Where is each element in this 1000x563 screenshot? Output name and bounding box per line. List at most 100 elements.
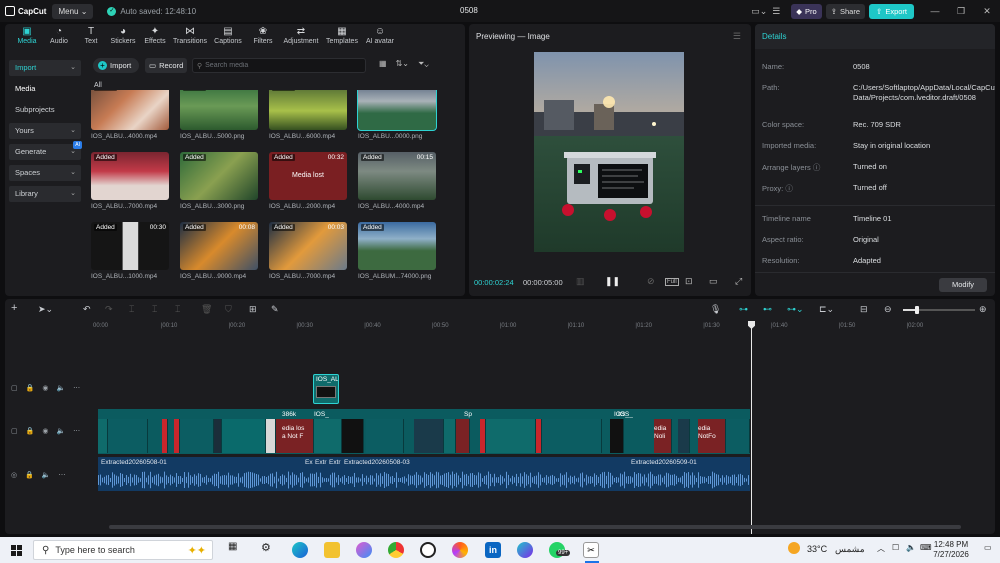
nav-generate[interactable]: Generate AI ⌄	[9, 141, 82, 160]
tab-effects[interactable]: ✦ Effects	[139, 24, 171, 49]
maximize-icon[interactable]: ❐	[954, 6, 968, 17]
video-clip[interactable]	[214, 419, 222, 453]
shield-icon[interactable]: ⛉	[225, 304, 232, 315]
lock-icon[interactable]: 🔒	[26, 384, 35, 392]
timeline-mode-icon[interactable]: ▥	[576, 276, 585, 287]
clock-time[interactable]: 12:48 PM	[927, 540, 975, 549]
zoom-in-icon[interactable]: ⊕	[979, 304, 987, 315]
chevron-up-icon[interactable]: ︿	[877, 543, 885, 554]
eye-icon[interactable]: ◉	[42, 427, 48, 435]
ratio-icon[interactable]: ▭	[709, 276, 718, 287]
media-thumbnail[interactable]: Added	[358, 222, 436, 270]
clock-date[interactable]: 7/27/2026	[927, 550, 975, 559]
media-item[interactable]: Added 00:09 IOS_ALBU...6000.mp4	[269, 90, 347, 140]
media-item[interactable]: Added 00:15 IOS_ALBU...4000.mp4	[358, 152, 436, 210]
split-left-icon[interactable]: ⌶	[152, 304, 157, 315]
video-clip[interactable]	[726, 419, 750, 453]
more-icon[interactable]: ⋯	[73, 384, 80, 392]
fullscreen-icon[interactable]: ⤢	[735, 276, 742, 287]
record-button[interactable]: ▭ Record	[145, 58, 187, 73]
nav-subprojects[interactable]: Subprojects	[9, 102, 81, 118]
chatgpt-icon[interactable]	[420, 542, 436, 558]
layout-icon[interactable]: ▭⌄	[751, 6, 767, 17]
full-quality-button[interactable]: Full	[665, 278, 679, 286]
video-clip[interactable]	[610, 419, 624, 453]
edge-icon[interactable]	[292, 542, 308, 558]
copilot-icon[interactable]	[356, 542, 372, 558]
zoom-slider-handle[interactable]	[915, 306, 919, 314]
nav-library[interactable]: Library ⌄	[9, 186, 81, 202]
video-clip[interactable]	[366, 419, 404, 453]
volume-icon[interactable]: 🔈	[56, 384, 65, 392]
more-icon[interactable]: ⋯	[59, 471, 66, 479]
audio-track[interactable]: Extracted20260508-01 Ex Extr Extr Extracted2…	[98, 457, 750, 491]
screenshot-icon[interactable]: ⊡	[685, 276, 693, 287]
media-item[interactable]: Added IOS_ALBU...3000.png	[180, 152, 258, 210]
media-item[interactable]: Added IOS_ALBU...5000.png	[180, 90, 258, 140]
media-thumbnail[interactable]: Added 00:03	[269, 222, 347, 270]
video-clip[interactable]	[314, 419, 342, 453]
freeze-icon[interactable]: ⊞	[249, 304, 257, 315]
tab-media[interactable]: ▣ Media	[11, 24, 43, 49]
media-thumbnail[interactable]: Added 00:15	[358, 152, 436, 200]
taskbar-search[interactable]: ⚲ Type here to search ✦✦	[33, 540, 213, 560]
task-view-icon[interactable]: ▦	[228, 541, 237, 552]
link-main-track-icon[interactable]: ⊶	[739, 304, 748, 315]
settings-icon[interactable]: ☰	[769, 6, 783, 17]
split-right-icon[interactable]: ⌶	[175, 304, 180, 315]
media-thumbnail[interactable]: Added	[180, 90, 258, 130]
media-item[interactable]: Added 00:03 IOS_ALBU...7000.mp4	[269, 222, 347, 280]
zoom-out-icon[interactable]: ⊖	[884, 304, 892, 315]
video-clip[interactable]	[342, 419, 364, 453]
pause-icon[interactable]: ❚❚	[605, 276, 620, 287]
delete-icon[interactable]: 🗑	[201, 304, 212, 315]
preview-menu-icon[interactable]: ☰	[733, 31, 741, 42]
tab-templates[interactable]: ▦ Templates	[323, 24, 361, 49]
video-clip[interactable]	[222, 419, 266, 453]
microphone-icon[interactable]: 🎙	[710, 304, 721, 315]
firefox-icon[interactable]	[452, 542, 468, 558]
video-clip[interactable]	[456, 419, 470, 453]
speaker-icon[interactable]: 🔈	[906, 543, 916, 552]
tab-text[interactable]: T Text	[75, 24, 107, 49]
linkedin-icon[interactable]: in	[485, 542, 501, 558]
media-thumbnail[interactable]: Added 00:32 Media lost	[269, 152, 347, 200]
network-icon[interactable]: ☐	[892, 543, 899, 552]
video-clip[interactable]	[542, 419, 602, 453]
minimize-icon[interactable]: —	[928, 6, 942, 16]
volume-icon[interactable]: 🔈	[56, 427, 65, 435]
settings-gear-icon[interactable]: ⚙	[261, 541, 271, 554]
video-clip[interactable]	[678, 419, 690, 453]
file-explorer-icon[interactable]	[324, 542, 340, 558]
menu-button[interactable]: Menu ⌄	[52, 3, 94, 19]
canva-icon[interactable]	[517, 542, 533, 558]
volume-icon[interactable]: 🔈	[42, 471, 51, 479]
video-clip[interactable]	[414, 419, 444, 453]
media-item[interactable]: IOS_ALBU...0000.png	[357, 90, 437, 140]
video-clip[interactable]	[266, 419, 276, 453]
main-video-track[interactable]: IOS_ 386k edia los a Not F IOS_ Sp IOS_ edia N…	[98, 409, 750, 454]
nav-yours[interactable]: Yours ⌄	[9, 123, 81, 139]
notifications-icon[interactable]: ▭	[984, 543, 992, 552]
undo-icon[interactable]: ↶	[83, 304, 91, 315]
media-thumbnail[interactable]: Added 00:06	[91, 90, 169, 130]
media-item[interactable]: Added 00:30 IOS_ALBU...1000.mp4	[91, 222, 169, 280]
tab-ai-avatar[interactable]: ☺ AI avatar	[361, 24, 399, 49]
lock-icon[interactable]: 🔒	[26, 427, 35, 435]
media-item[interactable]: Added IOS_ALBU...7000.mp4	[91, 152, 169, 210]
overlay-clip[interactable]: IOS_ALI	[313, 374, 339, 404]
tab-filters[interactable]: ❀ Filters	[247, 24, 279, 49]
media-thumbnail[interactable]: Added	[91, 152, 169, 200]
nav-import[interactable]: Import ⌄	[9, 60, 81, 76]
nav-spaces[interactable]: Spaces ⌄	[9, 165, 81, 181]
add-track-icon[interactable]: +	[11, 302, 17, 314]
eye-icon[interactable]: ◉	[42, 384, 48, 392]
lock-icon[interactable]: 🔒	[25, 471, 34, 479]
nav-media[interactable]: Media	[9, 81, 81, 97]
weather-temp[interactable]: 33°C	[807, 544, 827, 554]
video-clip[interactable]	[444, 419, 456, 453]
modify-button[interactable]: Modify	[939, 278, 987, 292]
weather-label[interactable]: مشمس	[835, 544, 865, 555]
video-clip[interactable]	[486, 419, 536, 453]
magnet-icon[interactable]: ⊷	[763, 304, 772, 315]
